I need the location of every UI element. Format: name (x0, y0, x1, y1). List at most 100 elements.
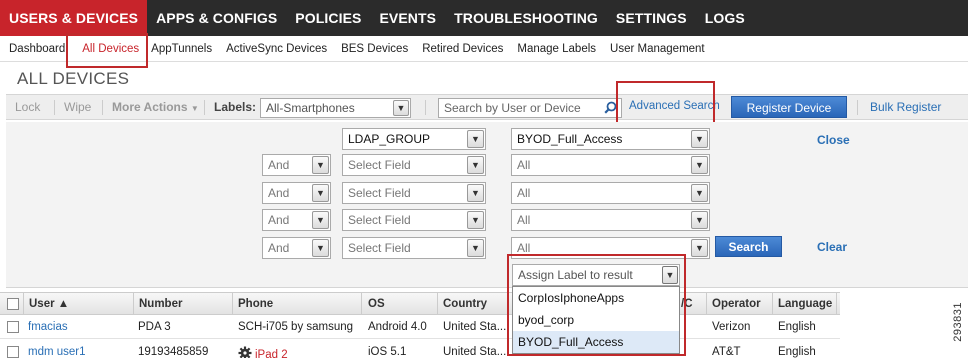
column-header-os[interactable]: OS (368, 298, 385, 310)
caret-down-icon: ▼ (190, 104, 199, 113)
column-header-language[interactable]: Language (778, 298, 832, 310)
field-select[interactable]: Select Field ▼ (342, 182, 486, 204)
subnav-manage-labels[interactable]: Manage Labels (510, 43, 603, 55)
tab-users-devices[interactable]: USERS & DEVICES (0, 0, 148, 36)
criteria-field-value: LDAP_GROUP (348, 132, 431, 146)
gear-icon (238, 346, 252, 358)
subnav-user-management[interactable]: User Management (603, 43, 712, 55)
value-value: All (517, 186, 531, 200)
value-value: All (517, 158, 531, 172)
chevron-down-icon: ▼ (312, 239, 329, 257)
operator-cell: AT&T (712, 346, 741, 358)
labels-select[interactable]: All-Smartphones ▼ (260, 98, 411, 118)
chevron-down-icon: ▼ (467, 130, 484, 148)
chevron-down-icon: ▼ (467, 156, 484, 174)
wipe-button[interactable]: Wipe (64, 100, 91, 114)
number-cell: 19193485859 (138, 346, 209, 358)
table-row[interactable]: mdm user1 19193485859 iPad 2 iOS 5.1 Uni… (0, 340, 840, 358)
chevron-down-icon: ▼ (467, 184, 484, 202)
os-cell: Android 4.0 (368, 321, 427, 333)
row-checkbox[interactable] (7, 346, 19, 358)
assign-label-highlight-box (507, 254, 686, 356)
column-header-phone[interactable]: Phone (238, 298, 273, 310)
column-divider (706, 293, 707, 315)
criteria-field-select[interactable]: LDAP_GROUP ▼ (342, 128, 486, 150)
value-select[interactable]: All ▼ (511, 209, 710, 231)
criteria-value-value: BYOD_Full_Access (517, 132, 623, 146)
country-cell: United Sta... (443, 321, 507, 333)
phone-value: iPad 2 (255, 349, 288, 358)
user-link[interactable]: mdm user1 (28, 346, 86, 358)
operator-value: And (268, 158, 290, 172)
value-select[interactable]: All ▼ (511, 154, 710, 176)
tab-policies[interactable]: POLICIES (286, 0, 370, 36)
more-actions-button[interactable]: More Actions ▼ (112, 100, 199, 114)
subnav-apptunnels[interactable]: AppTunnels (151, 43, 219, 55)
column-header-country[interactable]: Country (443, 298, 487, 310)
field-value: Select Field (348, 186, 411, 200)
labels-label: Labels: (214, 100, 257, 114)
tab-events[interactable]: EVENTS (370, 0, 445, 36)
tab-settings[interactable]: SETTINGS (607, 0, 696, 36)
column-header-operator[interactable]: Operator (712, 298, 761, 310)
figure-number: 293831 (952, 302, 964, 342)
number-cell: PDA 3 (138, 321, 171, 333)
field-value: Select Field (348, 241, 411, 255)
chevron-down-icon: ▼ (691, 130, 708, 148)
column-header-user[interactable]: User ▲ (29, 298, 69, 310)
chevron-down-icon: ▼ (467, 239, 484, 257)
column-divider (836, 293, 837, 315)
subnav-bes-devices[interactable]: BES Devices (334, 43, 415, 55)
column-header-number[interactable]: Number (139, 298, 182, 310)
tab-logs[interactable]: LOGS (696, 0, 754, 36)
value-value: All (517, 241, 531, 255)
column-divider (437, 293, 438, 315)
chevron-down-icon: ▼ (691, 184, 708, 202)
value-select[interactable]: All ▼ (511, 182, 710, 204)
search-button[interactable]: Search (715, 236, 782, 257)
table-header: User ▲ Number Phone OS Country /C Operat… (0, 292, 840, 315)
operator-select[interactable]: And ▼ (262, 209, 331, 231)
chevron-down-icon: ▼ (691, 211, 708, 229)
table-row[interactable]: fmacias PDA 3 SCH-i705 by samsung Androi… (0, 315, 840, 339)
toolbar-divider (425, 100, 426, 115)
chevron-down-icon: ▼ (467, 211, 484, 229)
subnav-dashboard[interactable]: Dashboard (0, 43, 72, 55)
toolbar: Lock Wipe More Actions ▼ Labels: All-Sma… (6, 94, 968, 120)
chevron-down-icon: ▼ (691, 239, 708, 257)
column-divider (772, 293, 773, 315)
tab-apps-configs[interactable]: APPS & CONFIGS (147, 0, 286, 36)
field-value: Select Field (348, 213, 411, 227)
select-all-checkbox[interactable] (7, 298, 19, 310)
chevron-down-icon: ▼ (393, 100, 409, 116)
toolbar-divider (102, 100, 103, 115)
close-link[interactable]: Close (817, 133, 850, 147)
field-select[interactable]: Select Field ▼ (342, 209, 486, 231)
column-divider (23, 293, 24, 315)
bulk-register-link[interactable]: Bulk Register (870, 100, 941, 114)
field-select[interactable]: Select Field ▼ (342, 237, 486, 259)
value-value: All (517, 213, 531, 227)
search-input[interactable]: Search by User or Device (438, 98, 622, 118)
phone-cell: iPad 2 (238, 346, 288, 358)
subnav-retired-devices[interactable]: Retired Devices (415, 43, 510, 55)
clear-link[interactable]: Clear (817, 240, 847, 254)
lock-button[interactable]: Lock (15, 100, 40, 114)
row-checkbox[interactable] (7, 321, 19, 333)
toolbar-divider (857, 100, 858, 115)
language-cell: English (778, 321, 816, 333)
field-value: Select Field (348, 158, 411, 172)
operator-select[interactable]: And ▼ (262, 182, 331, 204)
toolbar-divider (54, 100, 55, 115)
tab-troubleshooting[interactable]: TROUBLESHOOTING (445, 0, 607, 36)
field-select[interactable]: Select Field ▼ (342, 154, 486, 176)
column-divider (133, 293, 134, 315)
user-link[interactable]: fmacias (28, 321, 68, 333)
column-divider (232, 293, 233, 315)
register-device-button[interactable]: Register Device (731, 96, 847, 118)
operator-select[interactable]: And ▼ (262, 237, 331, 259)
criteria-value-select[interactable]: BYOD_Full_Access ▼ (511, 128, 710, 150)
operator-select[interactable]: And ▼ (262, 154, 331, 176)
subnav-activesync-devices[interactable]: ActiveSync Devices (219, 43, 334, 55)
search-placeholder: Search by User or Device (444, 101, 581, 115)
